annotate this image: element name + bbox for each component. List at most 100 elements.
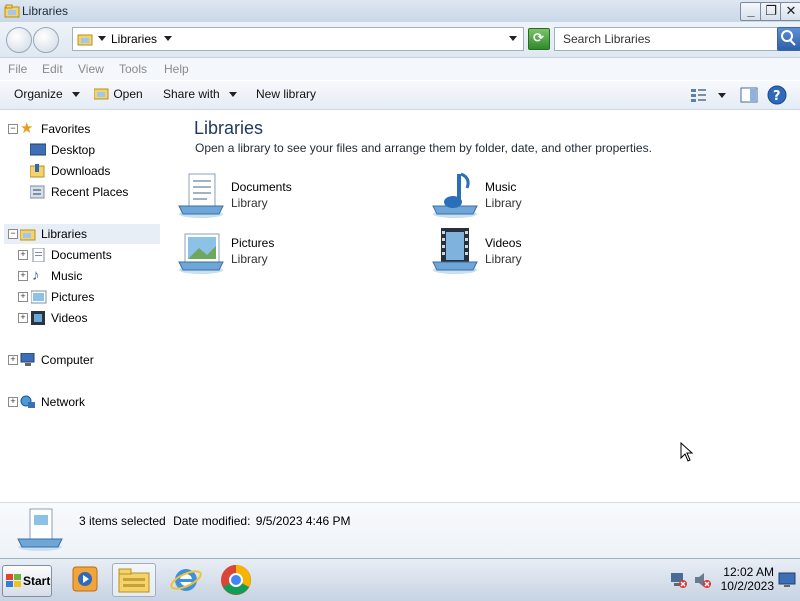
- libraries-icon: [4, 4, 20, 18]
- star-icon: ★: [20, 120, 34, 137]
- menu-tools[interactable]: Tools: [119, 62, 147, 76]
- music-note-icon: ♪: [32, 267, 40, 284]
- search-placeholder: Search Libraries: [563, 32, 651, 46]
- documents-library-icon: [178, 173, 224, 218]
- tree-label: Music: [51, 269, 83, 283]
- menu-edit[interactable]: Edit: [42, 62, 63, 76]
- taskbar-explorer[interactable]: [112, 563, 156, 597]
- menu-help[interactable]: Help: [164, 62, 189, 76]
- tree-item-downloads[interactable]: Downloads: [0, 161, 176, 181]
- libraries-selection-icon: [17, 508, 63, 551]
- clock-date: 10/2/2023: [720, 579, 774, 593]
- page-title: Libraries: [194, 118, 264, 138]
- taskbar-chrome[interactable]: [216, 563, 256, 595]
- open-folder-icon: [93, 88, 109, 100]
- expand-icon[interactable]: +: [18, 250, 28, 260]
- chrome-icon: [221, 565, 251, 595]
- expand-icon[interactable]: +: [18, 313, 28, 323]
- recent-places-icon: [30, 185, 45, 199]
- tree-libraries[interactable]: − Libraries: [4, 224, 160, 244]
- organize-button[interactable]: Organize: [14, 87, 81, 101]
- tree-item-desktop[interactable]: Desktop: [0, 140, 176, 160]
- tree-label: Computer: [41, 353, 94, 367]
- expand-icon[interactable]: +: [8, 355, 18, 365]
- collapse-icon[interactable]: −: [8, 124, 18, 134]
- minimize-button[interactable]: _: [740, 2, 762, 21]
- taskbar-media-player[interactable]: [64, 563, 104, 595]
- library-item-documents[interactable]: Documents Library: [177, 172, 417, 222]
- change-view-icon[interactable]: [690, 87, 708, 103]
- clock-time: 12:02 AM: [723, 565, 774, 579]
- show-desktop-icon[interactable]: [778, 571, 796, 589]
- libraries-icon: [77, 34, 93, 46]
- page-description: Open a library to see your files and arr…: [195, 141, 652, 155]
- clock[interactable]: 12:02 AM 10/2/2023: [720, 565, 774, 593]
- maximize-button[interactable]: ❐: [760, 2, 782, 21]
- chevron-down-icon[interactable]: [98, 36, 106, 41]
- address-history-icon[interactable]: [509, 36, 517, 41]
- collapse-icon[interactable]: −: [8, 229, 18, 239]
- menu-bar: File Edit View Tools Help: [0, 58, 800, 80]
- address-bar[interactable]: Libraries: [72, 27, 524, 51]
- library-type: Library: [231, 196, 268, 210]
- window-title: Libraries: [22, 4, 69, 18]
- media-player-icon: [72, 566, 98, 592]
- library-item-music[interactable]: Music Library: [431, 172, 671, 222]
- expand-icon[interactable]: +: [18, 271, 28, 281]
- library-item-pictures[interactable]: Pictures Library: [177, 228, 417, 278]
- tree-item-music[interactable]: + ♪ Music: [0, 266, 176, 286]
- refresh-button[interactable]: ⟳: [528, 28, 550, 50]
- menu-view[interactable]: View: [78, 62, 104, 76]
- search-input[interactable]: Search Libraries: [554, 27, 778, 51]
- date-modified-label: Date modified:: [173, 514, 251, 528]
- downloads-icon: [30, 164, 45, 178]
- new-library-button[interactable]: New library: [256, 87, 316, 101]
- tree-network[interactable]: + Network: [0, 392, 176, 412]
- tree-label: Recent Places: [51, 185, 129, 199]
- mouse-cursor-icon: [680, 442, 694, 462]
- organize-label: Organize: [14, 87, 63, 101]
- tree-item-pictures[interactable]: + Pictures: [0, 287, 176, 307]
- start-button[interactable]: Start: [2, 565, 52, 597]
- network-disconnected-icon[interactable]: [670, 571, 688, 589]
- network-icon: [20, 395, 35, 408]
- share-with-button[interactable]: Share with: [163, 87, 238, 101]
- back-button[interactable]: [6, 27, 32, 53]
- chevron-down-icon: [72, 92, 81, 98]
- address-path[interactable]: Libraries: [111, 32, 157, 46]
- menu-file[interactable]: File: [8, 62, 27, 76]
- view-options-chevron-icon[interactable]: [718, 93, 726, 98]
- tree-label: Documents: [51, 248, 112, 262]
- taskbar: Start 12:02 AM 10/2/2023: [0, 558, 800, 601]
- library-item-videos[interactable]: Videos Library: [431, 228, 671, 278]
- forward-button[interactable]: [33, 27, 59, 53]
- navigation-bar: Libraries ⟳ Search Libraries: [0, 22, 800, 58]
- navigation-pane: − ★ Favorites Desktop Downloads Recent P…: [0, 110, 176, 502]
- open-button[interactable]: Open: [93, 87, 143, 101]
- share-with-label: Share with: [163, 87, 220, 101]
- preview-pane-icon[interactable]: [740, 87, 758, 103]
- search-icon: [781, 30, 796, 46]
- expand-icon[interactable]: +: [18, 292, 28, 302]
- tree-label: Downloads: [51, 164, 111, 178]
- tree-item-recent-places[interactable]: Recent Places: [0, 182, 176, 202]
- tree-label: Favorites: [41, 122, 91, 136]
- help-icon[interactable]: ?: [767, 85, 787, 105]
- close-button[interactable]: ✕: [780, 2, 800, 21]
- tree-item-videos[interactable]: + Videos: [0, 308, 176, 328]
- volume-muted-icon[interactable]: [694, 571, 712, 589]
- chevron-down-icon[interactable]: [164, 36, 172, 41]
- tree-item-documents[interactable]: + Documents: [0, 245, 176, 265]
- internet-explorer-icon: [170, 569, 202, 591]
- library-type: Library: [485, 252, 522, 266]
- tree-computer[interactable]: + Computer: [0, 350, 176, 370]
- desktop-icon: [30, 143, 46, 156]
- expand-icon[interactable]: +: [8, 397, 18, 407]
- tree-favorites[interactable]: − ★ Favorites: [0, 119, 176, 139]
- documents-icon: [32, 248, 45, 262]
- library-name: Documents: [231, 180, 292, 194]
- taskbar-internet-explorer[interactable]: [166, 563, 206, 595]
- svg-text:?: ?: [773, 89, 781, 104]
- search-button[interactable]: [777, 27, 800, 51]
- library-name: Pictures: [231, 236, 275, 250]
